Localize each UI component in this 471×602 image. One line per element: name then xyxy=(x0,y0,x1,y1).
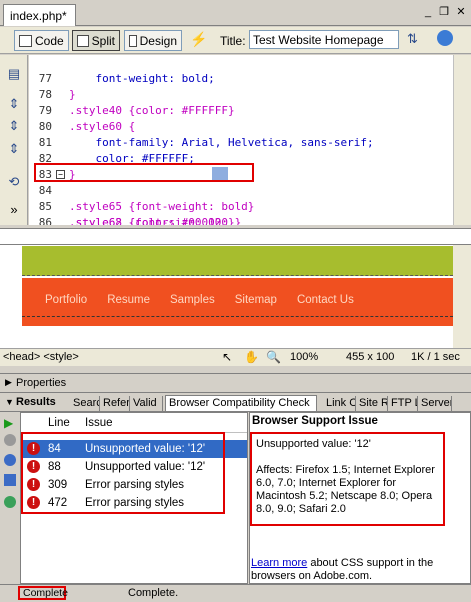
nav-link-contact-us[interactable]: Contact Us xyxy=(297,294,354,326)
file-management-icon[interactable]: ⇅ xyxy=(407,31,418,47)
window-size[interactable]: 455 x 100 xyxy=(346,351,394,363)
page-title-input[interactable]: Test Website Homepage xyxy=(249,30,399,49)
select-tool-icon[interactable]: ↖ xyxy=(222,350,232,364)
learn-more-link[interactable]: Learn more xyxy=(251,557,307,569)
issue-text: Unsupported value: '12' xyxy=(256,438,371,450)
restore-icon[interactable]: ❐ xyxy=(437,6,451,18)
table-header: Line Issue xyxy=(21,413,247,433)
more-tools-icon[interactable]: » xyxy=(7,203,21,217)
zoom-select[interactable]: 100% xyxy=(290,351,318,363)
expand-arrow-icon: ▶ xyxy=(5,377,12,387)
hand-tool-icon[interactable]: ✋ xyxy=(244,350,259,364)
design-view-icon xyxy=(129,35,137,47)
properties-panel-header[interactable]: ▶ Properties xyxy=(0,373,471,393)
collapse-arrow-icon[interactable]: ▼ xyxy=(5,397,14,407)
tag-selector[interactable]: <head> <style> xyxy=(3,351,79,363)
code-line: 86 .style68 {color: #000000} xyxy=(38,216,235,225)
collapse-tag-icon[interactable]: ⇕ xyxy=(7,97,21,111)
tab-site-reports[interactable]: Site R xyxy=(356,396,388,412)
ruler xyxy=(0,228,471,245)
split-view-label: Split xyxy=(91,34,115,48)
navigation-links: Portfolio Resume Samples Sitemap Contact… xyxy=(22,278,453,326)
preview-browser-icon[interactable] xyxy=(437,30,453,46)
nav-link-portfolio[interactable]: Portfolio xyxy=(45,294,87,326)
status-complete-left: Complete xyxy=(18,586,68,600)
results-side-toolbar: ▶ xyxy=(0,412,20,584)
nav-link-samples[interactable]: Samples xyxy=(170,294,215,326)
collapse-selection-icon[interactable]: ⇕ xyxy=(7,119,21,133)
select-parent-tag-icon[interactable]: ⟲ xyxy=(7,175,21,189)
annotation-highlight-line-84 xyxy=(34,163,254,182)
tab-search[interactable]: Searc xyxy=(70,396,100,412)
header-band xyxy=(22,246,453,276)
status-bar xyxy=(0,584,471,602)
column-header-line[interactable]: Line xyxy=(48,417,70,429)
code-editor[interactable]: 77 font-weight: bold; 78} 79 .style40 {co… xyxy=(29,55,453,225)
code-line: 85 .style65 {font-weight: bold} xyxy=(38,200,255,213)
learn-more-text: Learn more about CSS support in the brow… xyxy=(251,557,469,583)
stop-icon[interactable] xyxy=(4,434,16,446)
tab-reference[interactable]: Refer xyxy=(100,396,130,412)
code-line: 81 font-family: Arial, Helvetica, sans-s… xyxy=(38,136,374,149)
document-toolbar: Code Split Design ⚡ Title: ⇅ xyxy=(0,27,471,54)
design-scrollbar[interactable] xyxy=(453,245,471,348)
code-line: 77 font-weight: bold; xyxy=(38,72,215,85)
code-line: 79 .style40 {color: #FFFFFF} xyxy=(38,104,235,117)
affects-text: Affects: Firefox 1.5; Internet Explorer … xyxy=(256,464,435,515)
code-view-label: Code xyxy=(35,34,64,48)
split-view-button[interactable]: Split xyxy=(72,30,120,51)
coding-toolbar: ▤ ⇕ ⇕ ⇕ ⟲ » xyxy=(0,55,28,225)
expand-all-icon[interactable]: ⇕ xyxy=(7,142,21,156)
live-view-icon[interactable]: ⚡ xyxy=(190,31,210,49)
browse-report-icon[interactable] xyxy=(4,496,16,508)
browser-support-title: Browser Support Issue xyxy=(252,415,378,427)
tab-link-checker[interactable]: Link C xyxy=(323,396,356,412)
design-view-label: Design xyxy=(139,34,177,48)
column-header-issue[interactable]: Issue xyxy=(85,417,113,429)
code-line: 82 color: #FFFFFF; xyxy=(38,152,195,165)
tab-ftp-log[interactable]: FTP L xyxy=(388,396,418,412)
nav-link-sitemap[interactable]: Sitemap xyxy=(235,294,277,326)
tab-validation[interactable]: Valid xyxy=(130,396,163,412)
code-view-button[interactable]: Code xyxy=(14,30,69,51)
code-scrollbar[interactable] xyxy=(453,55,471,225)
minimize-icon[interactable]: _ xyxy=(421,6,435,18)
split-view-icon xyxy=(77,35,89,47)
run-check-icon[interactable]: ▶ xyxy=(4,416,13,430)
status-complete-right: Complete. xyxy=(128,587,179,599)
document-tab[interactable]: index.php* xyxy=(3,4,76,26)
tab-browser-compatibility-check[interactable]: Browser Compatibility Check xyxy=(165,395,317,411)
tab-server-debug[interactable]: Server xyxy=(418,396,452,412)
code-line: 80 .style60 { xyxy=(38,120,136,133)
tag-selector-bar: <head> <style> ↖ ✋ 🔍 100% 455 x 100 1K /… xyxy=(0,348,471,366)
info-icon[interactable] xyxy=(4,454,16,466)
open-documents-icon[interactable]: ▤ xyxy=(7,67,21,81)
title-label: Title: xyxy=(220,34,246,48)
zoom-tool-icon[interactable]: 🔍 xyxy=(266,350,281,364)
download-size: 1K / 1 sec xyxy=(411,351,460,363)
results-tab-bar: ▼ Results Searc Refer Valid Browser Comp… xyxy=(0,394,471,412)
annotation-highlight-results xyxy=(21,432,225,514)
nav-link-resume[interactable]: Resume xyxy=(107,294,150,326)
code-view-icon xyxy=(19,35,32,47)
save-report-icon[interactable] xyxy=(4,474,16,486)
design-view-button[interactable]: Design xyxy=(124,30,182,51)
code-line: 78} xyxy=(38,88,76,101)
document-tab-bar: index.php* _ ❐ ✕ xyxy=(0,0,471,26)
browser-support-details: Unsupported value: '12' Affects: Firefox… xyxy=(250,432,445,526)
close-icon[interactable]: ✕ xyxy=(454,6,468,18)
results-label: Results xyxy=(16,396,56,408)
properties-label: Properties xyxy=(16,377,67,389)
